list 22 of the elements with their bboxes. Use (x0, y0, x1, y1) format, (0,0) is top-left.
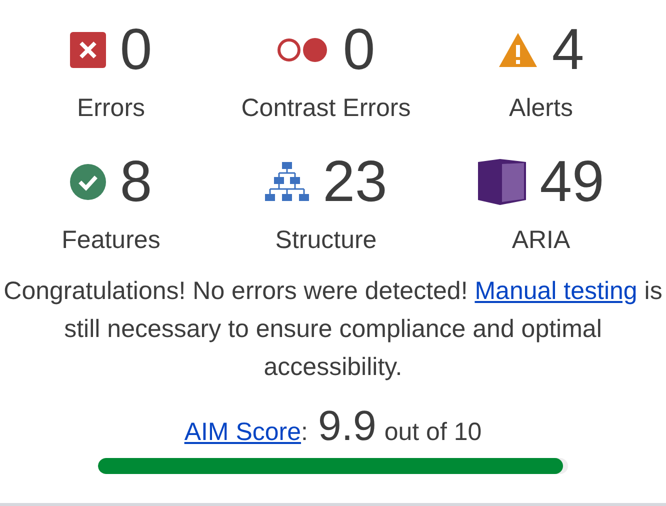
count: 23 (322, 148, 388, 216)
count: 49 (540, 148, 604, 216)
stat-label: ARIA (512, 225, 570, 256)
contrast-icon (276, 37, 329, 63)
score-text: AIM Score: 9.9 out of 10 (184, 402, 482, 450)
score-link[interactable]: AIM Score (184, 418, 302, 447)
error-icon (70, 32, 106, 68)
count: 4 (552, 16, 584, 84)
manual-testing-link[interactable]: Manual testing (474, 277, 638, 305)
count: 0 (120, 16, 152, 84)
message-text: Congratulations! No errors were detected! Manual testing is still necessary to ensure compliance and optimal accessibility. (3, 276, 663, 383)
stat-label: Errors (76, 93, 146, 124)
stat-label: Contrast Errors (241, 93, 411, 124)
checkmark-icon (70, 164, 106, 200)
stat-label: Alerts (509, 93, 573, 124)
count: 0 (342, 16, 376, 84)
warning-icon (498, 32, 538, 68)
stat-label: Structure (275, 225, 377, 256)
cube-icon (478, 159, 526, 205)
count: 8 (120, 148, 152, 216)
hierarchy-icon (264, 162, 309, 202)
stat-label: Features (62, 225, 160, 256)
